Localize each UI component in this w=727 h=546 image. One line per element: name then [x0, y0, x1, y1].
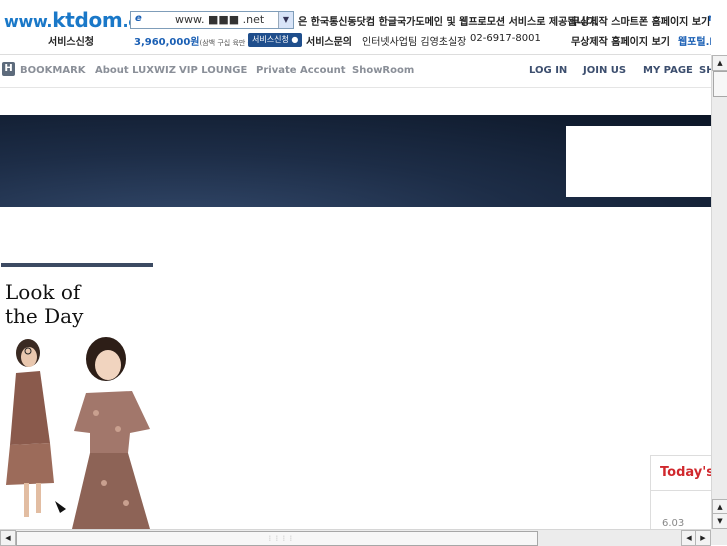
service-apply-label: 서비스신청: [48, 37, 94, 48]
model1-leg-left: [24, 483, 29, 517]
scroll-grip-icon: ⋮⋮⋮⋮: [267, 535, 295, 542]
page-viewport: www.ktdom.com e www. ■■■ .net ▼ 은 한국통신동닷…: [0, 0, 711, 529]
todays-title[interactable]: Today's: [660, 465, 711, 480]
model1-leg-right: [36, 483, 41, 513]
logo-prefix: www.: [4, 12, 53, 31]
chevron-down-icon[interactable]: ▼: [278, 12, 293, 28]
model2-print-dot: [115, 426, 121, 432]
todays-divider: [651, 490, 711, 491]
main-nav: H BOOKMARK About LUXWIZ VIP LOUNGE Priva…: [0, 55, 711, 88]
bookmark-icon[interactable]: H: [2, 62, 15, 76]
model2-print-dot: [123, 500, 129, 506]
nav-login[interactable]: LOG IN: [529, 65, 567, 76]
look-title-line1: Look of: [5, 280, 81, 304]
model2-print-dot: [101, 480, 107, 486]
domain-select[interactable]: e www. ■■■ .net ▼: [130, 11, 294, 29]
model2-print-dot: [93, 410, 99, 416]
vertical-scroll-thumb[interactable]: [713, 71, 727, 97]
nav-bookmark[interactable]: BOOKMARK: [20, 65, 86, 76]
ie-icon: e: [135, 13, 142, 24]
look-of-the-day-photo[interactable]: [0, 333, 160, 529]
free-homepage-link[interactable]: 무상제작 홈페이지 보기: [571, 33, 670, 48]
nav-private-account[interactable]: Private Account: [256, 65, 345, 76]
todays-panel: Today's 6.03: [650, 455, 711, 529]
price-value: 3,960,000원: [134, 37, 200, 48]
banner-message: 은 한국통신동닷컴 한글국가도메인 및 웹프로모션 서비스로 제공됩니다.: [298, 17, 599, 28]
model2-face: [95, 350, 121, 380]
mkt-link[interactable]: mkt: [708, 13, 711, 24]
nav-sh[interactable]: SH: [699, 65, 711, 76]
hero-white-panel: [566, 126, 711, 197]
domain-value: www. ■■■ .net: [175, 13, 265, 26]
team-contact: 인터넷사업팀 김영초실장: [362, 37, 467, 48]
nav-join[interactable]: JOIN US: [583, 65, 626, 76]
model1-shoe: [55, 501, 66, 513]
price: 3,960,000원(삼백 구십 육만 원): [134, 33, 257, 48]
service-inquiry-label: 서비스문의: [306, 37, 352, 48]
free-home-link[interactable]: 무상제작 스마트폰 홈페이지 보기: [571, 13, 710, 28]
webportal-link[interactable]: 웹포털.kr: [678, 33, 711, 48]
scroll-up-icon[interactable]: ▲: [712, 55, 727, 71]
nav-showroom[interactable]: ShowRoom: [352, 65, 414, 76]
horizontal-scrollbar[interactable]: ◀ ⋮⋮⋮⋮ ◀ ▶: [0, 529, 711, 546]
scroll-right-icon[interactable]: ▶: [695, 530, 711, 546]
model2-skirt: [72, 453, 150, 529]
todays-date: 6.03: [662, 518, 685, 529]
nav-mypage[interactable]: MY PAGE: [643, 65, 693, 76]
look-title-line2: the Day: [5, 304, 84, 328]
model1-dress: [10, 371, 50, 445]
look-divider: [1, 263, 153, 267]
scroll-down-icon[interactable]: ▼: [712, 513, 727, 529]
scroll-left-icon[interactable]: ◀: [0, 530, 16, 546]
look-of-the-day-title: Look of the Day: [5, 280, 83, 328]
model1-skirt: [6, 443, 54, 485]
nav-about[interactable]: About LUXWIZ: [95, 65, 176, 76]
nav-vip-lounge[interactable]: VIP LOUNGE: [179, 65, 247, 76]
logo-main: ktdom: [52, 8, 123, 32]
service-apply-button[interactable]: 서비스신청 ●: [248, 33, 303, 47]
horizontal-scroll-thumb[interactable]: ⋮⋮⋮⋮: [16, 531, 538, 546]
phone-number: 02-6917-8001: [470, 33, 541, 44]
domain-banner: www.ktdom.com e www. ■■■ .net ▼ 은 한국통신동닷…: [0, 0, 711, 55]
scrollbar-corner: [711, 529, 727, 545]
hero-banner: [0, 115, 711, 207]
model2-top: [74, 391, 150, 453]
vertical-scrollbar[interactable]: ▲ ▲ ▼: [711, 55, 727, 529]
model1-face: [21, 347, 37, 367]
